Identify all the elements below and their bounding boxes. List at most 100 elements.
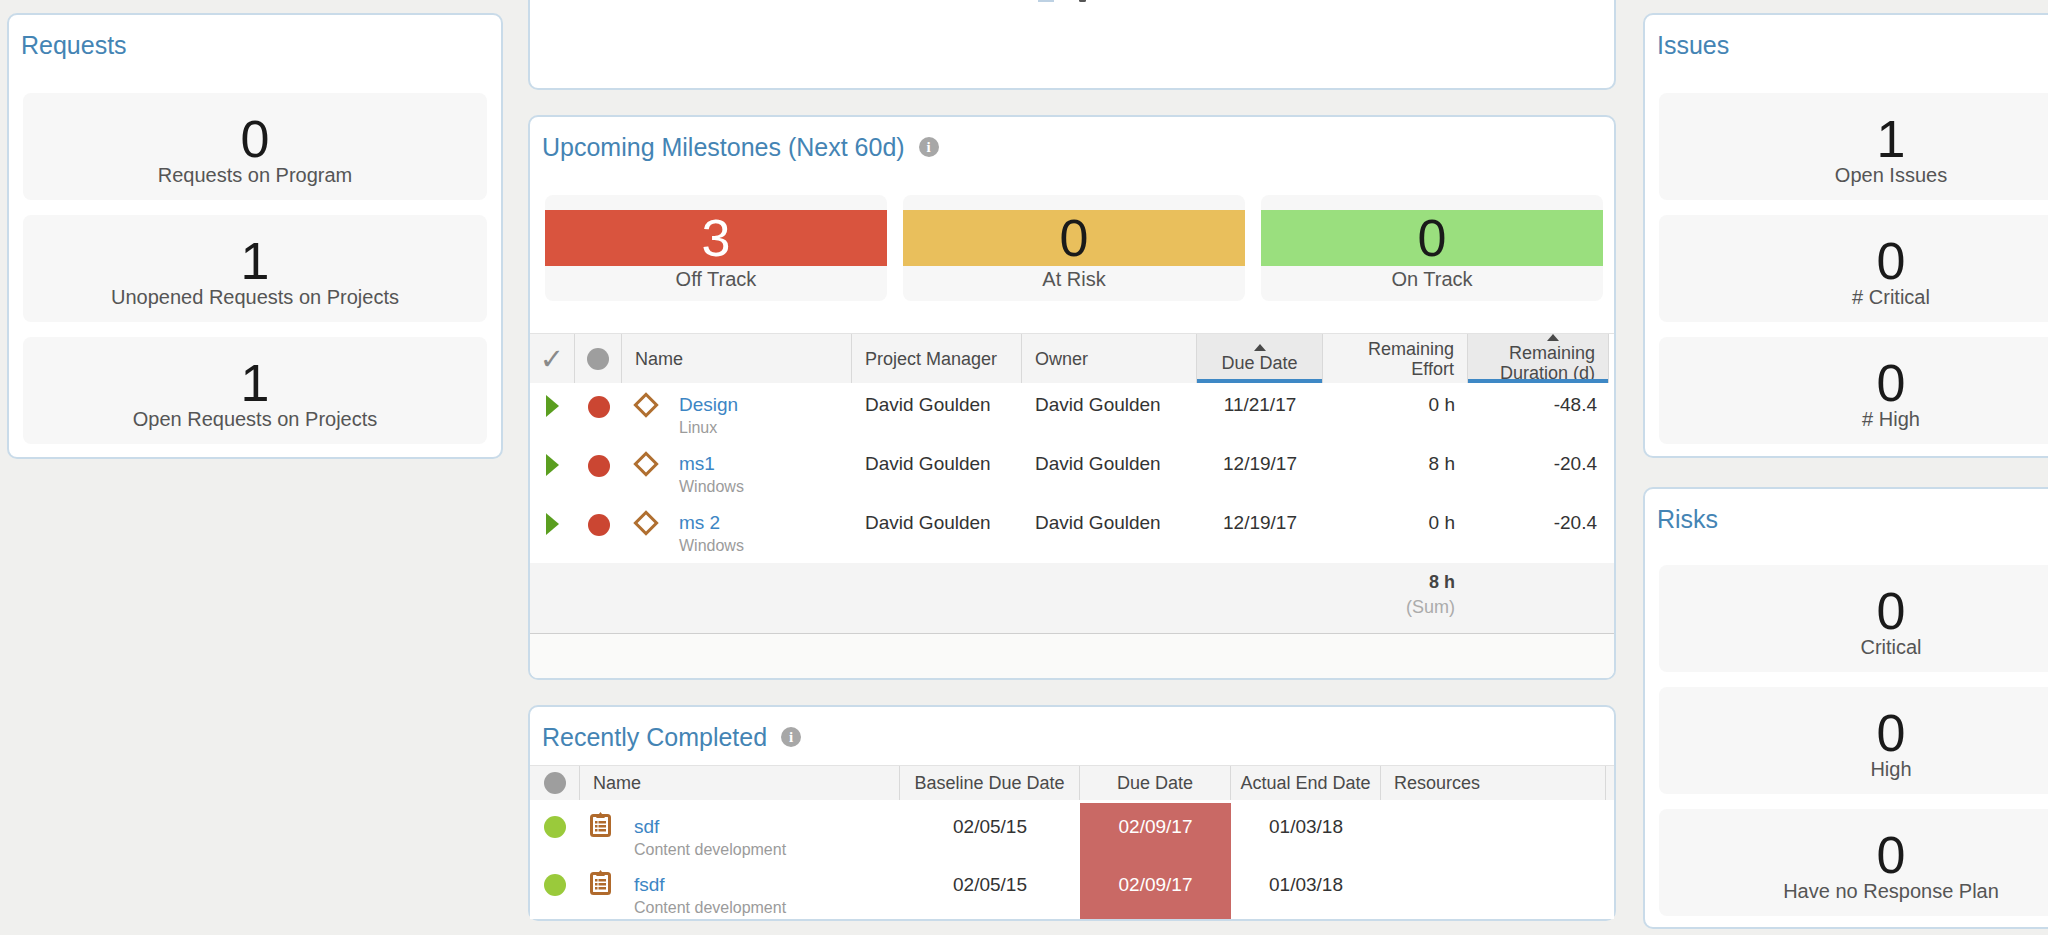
milestones-sum-row: 8 h (Sum) (530, 563, 1614, 633)
stat-value: 0 (241, 113, 270, 165)
cell-resources (1394, 803, 1593, 815)
completed-row-fsdf[interactable]: fsdf Content development 02/05/15 02/09/… (530, 861, 1614, 919)
header-owner[interactable]: Owner (1022, 334, 1197, 383)
dashboard-page: { "requests_panel": { "title": "Requests… (0, 0, 2048, 935)
stat-high-risks[interactable]: 0 High (1659, 687, 2048, 794)
milestone-row-ms1[interactable]: ms1 Windows David Goulden David Goulden … (530, 445, 1614, 504)
milestone-project: Windows (679, 536, 744, 556)
expand-row-icon[interactable] (546, 395, 559, 417)
risks-panel: Risks 0 Critical 0 High 0 Have no Respon… (1643, 487, 2048, 929)
sort-ascending-icon (1254, 344, 1266, 351)
recent-grid-body: sdf Content development 02/05/15 02/09/1… (530, 800, 1614, 919)
stat-critical-issues[interactable]: 0 # Critical (1659, 215, 2048, 322)
recent-grid: Name Baseline Due Date Due Date Actual E… (530, 765, 1614, 919)
stat-critical-risks[interactable]: 0 Critical (1659, 565, 2048, 672)
milestone-row-ms2[interactable]: ms 2 Windows David Goulden David Goulden… (530, 504, 1614, 563)
info-icon[interactable]: i (919, 137, 939, 157)
header-label: Name (593, 773, 641, 793)
cell-due-date-late: 02/09/17 (1093, 803, 1218, 839)
header-baseline-due-date[interactable]: Baseline Due Date (900, 766, 1080, 800)
cell-due-date-late: 02/09/17 (1093, 861, 1218, 897)
stat-value: 1 (241, 357, 270, 409)
header-state-column[interactable] (575, 334, 622, 383)
stat-value: 1 (241, 235, 270, 287)
task-link[interactable]: fsdf (634, 874, 665, 895)
top-panel-artifact-blue (1038, 0, 1054, 2)
cell-resources (1394, 861, 1593, 873)
stat-open-issues[interactable]: 1 Open Issues (1659, 93, 2048, 200)
milestone-link[interactable]: ms1 (679, 453, 715, 474)
stat-open-requests-on-projects[interactable]: 1 Open Requests on Projects (23, 337, 487, 444)
header-remaining-duration[interactable]: Remaining Duration (d) (1468, 334, 1609, 383)
header-project-manager[interactable]: Project Manager (852, 334, 1022, 383)
task-project: Content development (634, 840, 786, 860)
header-label: Name (635, 349, 683, 369)
header-name[interactable]: Name (622, 334, 852, 383)
stat-label: # Critical (1852, 285, 1930, 309)
cell-remaining-duration: -20.4 (1481, 445, 1597, 476)
recently-completed-title-text: Recently Completed (542, 723, 767, 751)
header-resources[interactable]: Resources (1381, 766, 1606, 800)
header-filler (1606, 766, 1614, 800)
stat-label: High (1870, 757, 1911, 781)
header-label: Owner (1035, 349, 1088, 369)
task-link[interactable]: sdf (634, 816, 659, 837)
milestone-status-tiles: 3 Off Track 0 At Risk 0 On Track (545, 195, 1619, 301)
expand-row-icon[interactable] (546, 454, 559, 476)
stat-unopened-requests-on-projects[interactable]: 1 Unopened Requests on Projects (23, 215, 487, 322)
stat-label: # High (1862, 407, 1920, 431)
tile-label: Off Track (545, 266, 887, 301)
cell-project-manager: David Goulden (865, 386, 1009, 417)
cell-remaining-effort: 8 h (1336, 445, 1455, 476)
recently-completed-title: Recently Completed i (542, 723, 801, 752)
milestone-link[interactable]: Design (679, 394, 738, 415)
stat-label: Unopened Requests on Projects (111, 285, 399, 309)
header-label: Resources (1394, 773, 1480, 793)
requests-panel-title: Requests (21, 31, 127, 60)
header-select-column[interactable]: ✓ (530, 334, 575, 383)
stat-label: Open Requests on Projects (133, 407, 378, 431)
stat-high-issues[interactable]: 0 # High (1659, 337, 2048, 444)
milestone-project: Linux (679, 418, 738, 438)
risks-panel-title: Risks (1657, 505, 1718, 534)
header-due-date[interactable]: Due Date (1197, 334, 1323, 383)
header-label: Remaining Effort (1336, 339, 1454, 379)
tile-value: 0 (1418, 208, 1447, 268)
tile-at-risk[interactable]: 0 At Risk (903, 195, 1245, 301)
header-actual-end-date[interactable]: Actual End Date (1231, 766, 1381, 800)
tile-on-track-bar: 0 (1261, 210, 1603, 266)
completed-row-sdf[interactable]: sdf Content development 02/05/15 02/09/1… (530, 803, 1614, 861)
header-due-date[interactable]: Due Date (1080, 766, 1231, 800)
milestones-grid-header: ✓ Name Project Manager Owner Due Date Re… (530, 333, 1614, 383)
stat-requests-on-program[interactable]: 0 Requests on Program (23, 93, 487, 200)
header-label: Remaining Duration (d) (1481, 343, 1595, 383)
expand-row-icon[interactable] (546, 513, 559, 535)
header-remaining-effort[interactable]: Remaining Effort (1323, 334, 1468, 383)
cell-remaining-duration: -48.4 (1481, 386, 1597, 417)
milestone-icon (633, 510, 658, 535)
task-clipboard-icon (590, 870, 611, 895)
tile-off-track[interactable]: 3 Off Track (545, 195, 887, 301)
status-green-icon (544, 874, 566, 896)
milestone-row-design[interactable]: Design Linux David Goulden David Goulden… (530, 386, 1614, 445)
tile-on-track[interactable]: 0 On Track (1261, 195, 1603, 301)
header-name[interactable]: Name (580, 766, 900, 800)
tile-label: At Risk (903, 266, 1245, 301)
cell-remaining-effort: 0 h (1336, 386, 1455, 417)
upcoming-milestones-title-text: Upcoming Milestones (Next 60d) (542, 133, 905, 161)
requests-panel: Requests 0 Requests on Program 1 Unopene… (7, 13, 503, 459)
status-red-icon (588, 455, 610, 477)
header-state-column[interactable] (530, 766, 580, 800)
stat-no-response-plan[interactable]: 0 Have no Response Plan (1659, 809, 2048, 916)
state-circle-icon (544, 772, 566, 794)
header-label: Due Date (1221, 353, 1297, 373)
task-project: Content development (634, 898, 786, 918)
milestone-icon (633, 451, 658, 476)
issues-panel: Issues 1 Open Issues 0 # Critical 0 # Hi… (1643, 13, 2048, 458)
cell-remaining-effort: 0 h (1336, 504, 1455, 535)
milestone-link[interactable]: ms 2 (679, 512, 720, 533)
cell-due-date: 12/19/17 (1210, 445, 1310, 476)
info-icon[interactable]: i (781, 727, 801, 747)
issues-panel-title: Issues (1657, 31, 1729, 60)
stat-value: 0 (1877, 585, 1906, 637)
